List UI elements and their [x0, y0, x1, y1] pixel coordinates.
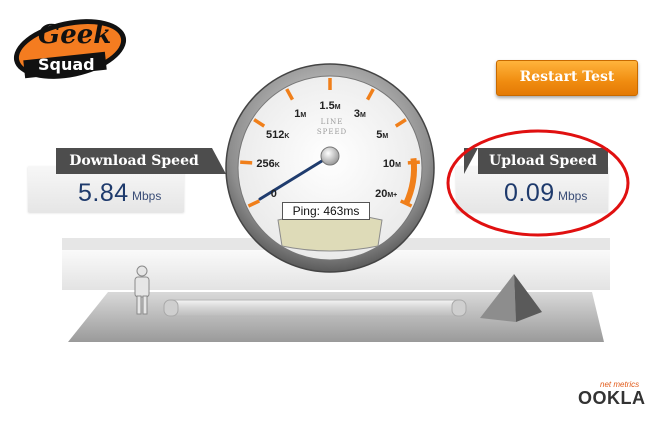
- ping-readout: Ping: 463ms: [282, 202, 370, 220]
- download-speed-unit: Mbps: [132, 189, 162, 203]
- gauge-tick-label: 1.5M: [319, 100, 341, 112]
- gauge-tick-label: 512K: [265, 128, 290, 141]
- gauge-tick-label: 3M: [353, 107, 366, 120]
- logo-line2: Squad: [38, 55, 95, 74]
- gauge-tick-label: 0: [270, 188, 277, 201]
- download-speed-title: Download Speed: [56, 148, 226, 174]
- gauge-tick-label: 20M+: [375, 188, 398, 201]
- ookla-logo: net metrics OOKLA: [578, 380, 648, 410]
- upload-speed-unit: Mbps: [558, 189, 588, 203]
- restart-test-button[interactable]: Restart Test: [496, 60, 638, 96]
- upload-speed-panel: Upload Speed 0.09 Mbps: [452, 148, 622, 218]
- speed-gauge: LINE SPEED 0 256K 512K 1M 1.5M 3M 5M 10M 20M+: [220, 63, 440, 273]
- download-speed-panel: Download Speed 5.84 Mbps: [28, 148, 226, 218]
- upload-speed-title: Upload Speed: [464, 148, 608, 174]
- logo-line1: Geek: [38, 20, 112, 50]
- gauge-brand-line1: LINE: [320, 118, 344, 126]
- download-speed-value: 5.84: [78, 179, 129, 207]
- user-figure-icon: [134, 265, 150, 315]
- upload-speed-value: 0.09: [504, 179, 555, 207]
- gauge-brand-line2: SPEED: [316, 128, 348, 136]
- server-pyramid-icon: [480, 274, 542, 322]
- gauge-tick-label: 5M: [376, 128, 389, 141]
- gauge-tick: [240, 160, 253, 165]
- geek-squad-logo: Geek Squad: [10, 18, 130, 80]
- gauge-tick-label: 10M: [382, 157, 401, 170]
- gauge-tick-label: 256K: [256, 157, 280, 170]
- ookla-wordmark: OOKLA: [578, 388, 646, 408]
- gauge-tick-label: 1M: [294, 107, 307, 120]
